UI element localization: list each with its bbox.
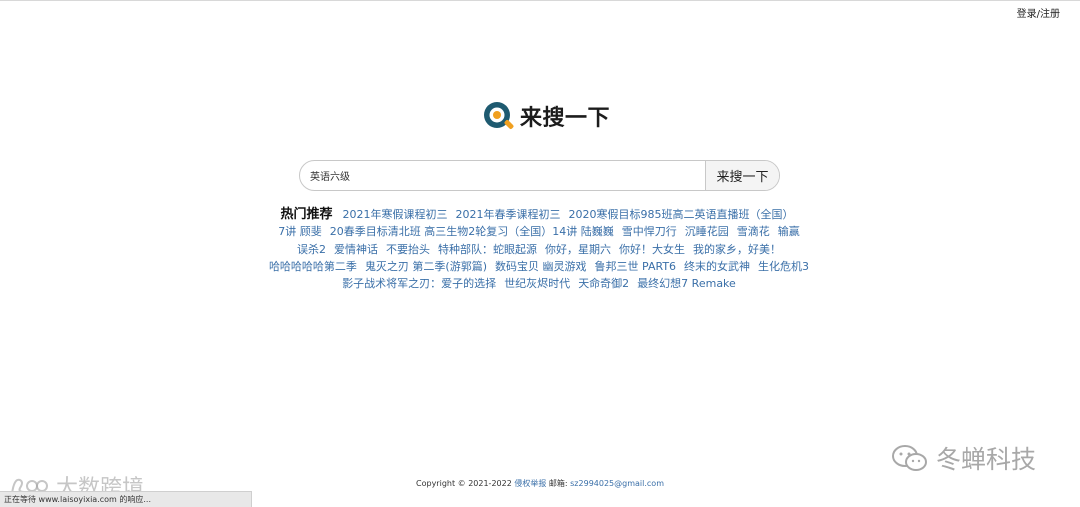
hot-title: 热门推荐: [280, 207, 333, 222]
hot-link[interactable]: 你好！大女生: [619, 243, 685, 256]
hot-link[interactable]: 雪滴花: [737, 225, 770, 238]
hot-link[interactable]: 爱情神话: [334, 243, 378, 256]
hot-link[interactable]: 不要抬头: [386, 243, 430, 256]
page: 登录/注册 来搜一下 来搜一下 热门推荐 2021年寒假课程初三 2021年春季课程…: [0, 0, 1080, 507]
hot-link[interactable]: 哈哈哈哈哈第二季: [269, 260, 357, 273]
hot-link[interactable]: 世纪灰烬时代: [504, 277, 570, 290]
hot-link[interactable]: 输赢: [778, 225, 800, 238]
email-label: 邮箱:: [548, 479, 568, 488]
hot-link[interactable]: 终末的女武神: [684, 260, 750, 273]
hot-link[interactable]: 20春季目标清北班 高三生物2轮复习（全国）14讲 陆巍巍: [330, 225, 614, 238]
hot-recommendations: 热门推荐 2021年寒假课程初三 2021年春季课程初三 2020寒假目标985班高二…: [258, 206, 820, 292]
logo-text: 来搜一下: [520, 106, 611, 131]
hot-link[interactable]: 鬼灭之刃 第二季(游郭篇): [365, 260, 487, 273]
browser-status-bar: 正在等待 www.laisoyixia.com 的响应...: [0, 491, 252, 507]
copyright-text: Copyright © 2021-2022: [416, 479, 512, 488]
hot-link[interactable]: 天命奇御2: [578, 277, 629, 290]
hot-link[interactable]: 最终幻想7 Remake: [637, 277, 736, 290]
login-register-link[interactable]: 登录/注册: [1017, 9, 1060, 20]
hot-link[interactable]: 鲁邦三世 PART6: [595, 260, 677, 273]
watermark-text: 冬蝉科技: [936, 445, 1037, 474]
hot-link[interactable]: 7讲 顾斐: [278, 225, 322, 238]
search-logo-icon: [484, 102, 514, 129]
site-logo[interactable]: 来搜一下: [481, 98, 610, 134]
hot-link[interactable]: 2020寒假目标985班高二英语直播班（全国）: [569, 208, 794, 221]
hot-link[interactable]: 沉睡花园: [685, 225, 729, 238]
report-link[interactable]: 侵权举报: [514, 479, 546, 488]
hot-link[interactable]: 影子战术将军之刃：爱子的选择: [342, 277, 496, 290]
hot-link[interactable]: 误杀2: [297, 243, 326, 256]
wechat-watermark: 冬蝉科技: [890, 440, 1036, 476]
footer: Copyright © 2021-2022 侵权举报 邮箱: sz2994025…: [0, 478, 1080, 489]
search-button[interactable]: 来搜一下: [705, 161, 779, 190]
hot-link[interactable]: 我的家乡，好美！: [693, 243, 781, 256]
hot-link[interactable]: 数码宝贝 幽灵游戏: [495, 260, 587, 273]
hot-link[interactable]: 2021年寒假课程初三: [343, 208, 448, 221]
auth-area: 登录/注册: [1017, 5, 1060, 20]
top-border: [0, 0, 1080, 1]
hot-link[interactable]: 雪中悍刀行: [622, 225, 677, 238]
hot-link[interactable]: 生化危机3: [758, 260, 809, 273]
hot-link[interactable]: 2021年春季课程初三: [456, 208, 561, 221]
email-link[interactable]: sz2994025@gmail.com: [570, 479, 664, 488]
search-input[interactable]: [300, 161, 705, 190]
search-bar: 来搜一下: [299, 160, 780, 191]
wechat-icon: [892, 445, 927, 471]
hot-link[interactable]: 特种部队：蛇眼起源: [438, 243, 537, 256]
hot-link[interactable]: 你好，星期六: [545, 243, 611, 256]
